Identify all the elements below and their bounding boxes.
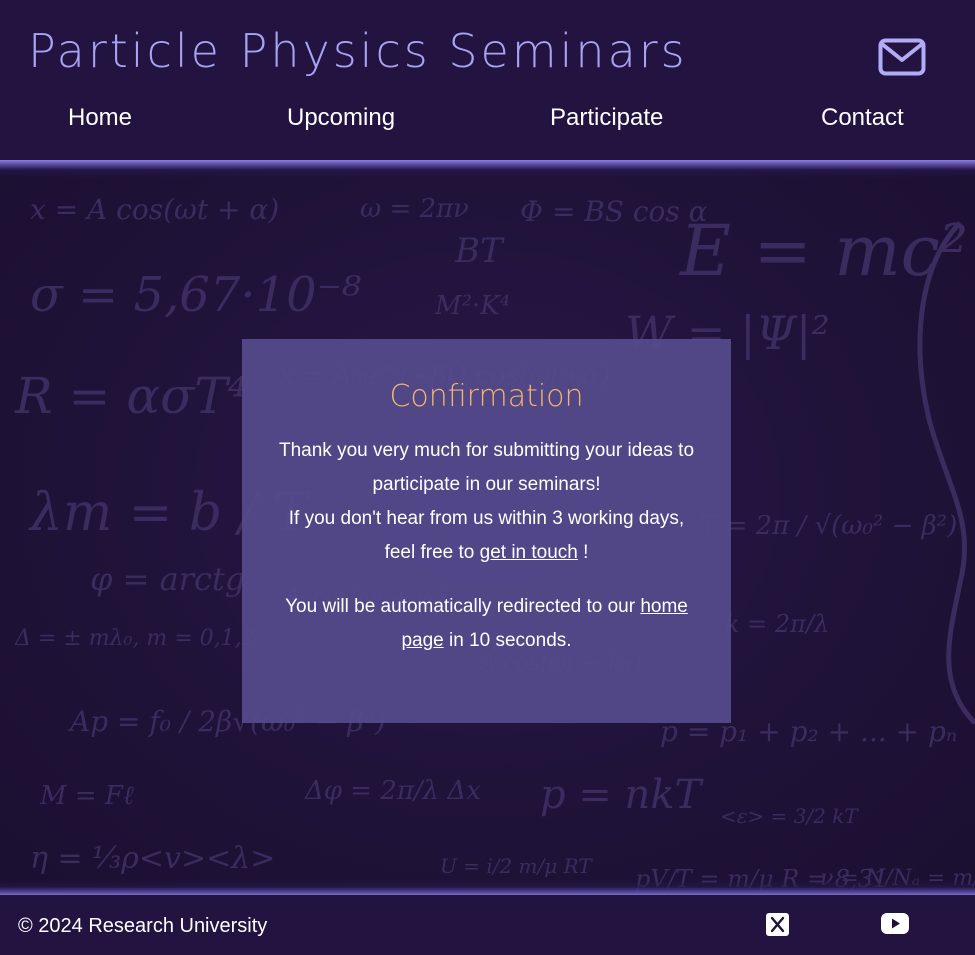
- thanks-text: Thank you very much for submitting your …: [278, 440, 695, 495]
- main-content: x = A cos(ωt + α) ω = 2πν Φ = BS cos αE = …: [0, 163, 975, 895]
- copyright-text: © 2024 Research University: [18, 915, 268, 937]
- chalk-formula: x = A cos(ωt + α): [30, 193, 279, 226]
- x-twitter-icon: [766, 913, 789, 936]
- get-in-touch-link[interactable]: get in touch: [480, 542, 578, 563]
- card-title: Confirmation: [389, 379, 584, 414]
- chalk-formula: p = nkT: [540, 772, 705, 818]
- contact-text-end: !: [583, 542, 589, 563]
- chalk-formula: Δ = ± mλ₀, m = 0,1,2: [14, 626, 256, 651]
- chalk-formula: Δφ = 2π/λ Δx: [304, 776, 481, 806]
- chalk-formula: E = mc²: [678, 210, 968, 292]
- chalk-formula: <ε> = 3/2 kT: [720, 804, 859, 828]
- nav-item-participate[interactable]: Participate: [550, 104, 663, 132]
- chalk-formula: U = i/2 m/μ RT: [440, 854, 593, 878]
- chalk-curve: [917, 221, 975, 725]
- chalk-formula: M = Fℓ: [39, 781, 134, 811]
- redirect-message: You will be automatically redirected to …: [242, 590, 731, 658]
- nav-item-upcoming[interactable]: Upcoming: [287, 104, 395, 132]
- confirmation-card: Confirmation Thank you very much for sub…: [242, 339, 731, 723]
- youtube-icon: [881, 913, 909, 934]
- chalk-formula: η = ⅓ρ<v><λ>: [30, 841, 275, 876]
- nav-item-contact[interactable]: Contact: [821, 104, 904, 132]
- chalk-formula: σ = 5,67·10⁻⁸: [30, 267, 361, 323]
- envelope-icon: [878, 38, 926, 76]
- site-footer: © 2024 Research University: [0, 895, 975, 955]
- chalk-formula: R = ασT⁴: [14, 367, 248, 425]
- mail-button[interactable]: [878, 38, 926, 76]
- site-title: Particle Physics Seminars: [28, 24, 688, 78]
- site-header: Particle Physics Seminars Home Upcoming …: [0, 0, 975, 163]
- footer-divider-glow: [0, 880, 975, 896]
- header-divider-glow: [0, 160, 975, 178]
- chalk-formula: T = 2π / √(ω₀² − β²): [700, 511, 957, 541]
- redirect-text-end: in 10 seconds.: [449, 630, 572, 651]
- chalk-formula: k = 2π/λ: [725, 610, 829, 638]
- chalk-formula: φ = arctg: [90, 560, 245, 598]
- x-twitter-link[interactable]: [766, 913, 789, 940]
- card-message: Thank you very much for submitting your …: [242, 434, 731, 570]
- chalk-formula: ω = 2πν: [360, 194, 469, 224]
- chalk-formula: BT: [454, 231, 505, 271]
- chalk-formula: M²·K⁴: [434, 291, 510, 321]
- youtube-link[interactable]: [881, 913, 909, 938]
- nav-item-home[interactable]: Home: [68, 104, 132, 132]
- main-nav: Home Upcoming Participate Contact: [0, 100, 975, 144]
- redirect-text: You will be automatically redirected to …: [285, 596, 636, 617]
